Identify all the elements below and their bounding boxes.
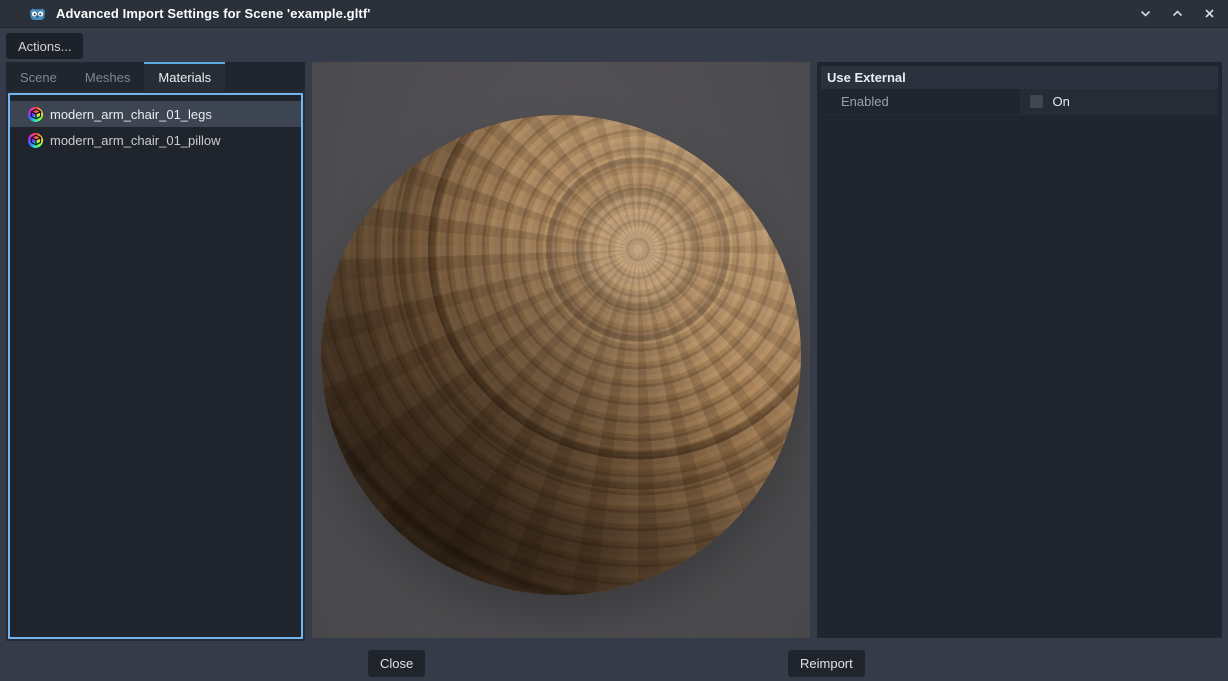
material-sphere-icon — [28, 107, 43, 122]
enabled-checkbox[interactable] — [1030, 95, 1043, 108]
tabbar: Scene Meshes Materials — [6, 62, 305, 91]
tab-meshes[interactable]: Meshes — [71, 62, 145, 91]
checkbox-state-label: On — [1053, 94, 1070, 109]
list-item-material-legs[interactable]: modern_arm_chair_01_legs — [10, 101, 301, 127]
titlebar: Advanced Import Settings for Scene 'exam… — [0, 0, 1228, 28]
list-item-label: modern_arm_chair_01_legs — [50, 107, 212, 122]
maximize-icon[interactable] — [1166, 3, 1188, 25]
preview-sphere-wood-material — [321, 115, 801, 595]
inspector-panel: Use External Enabled On — [817, 62, 1222, 638]
materials-panel: modern_arm_chair_01_legs modern_arm_chai… — [6, 91, 305, 641]
tab-scene[interactable]: Scene — [6, 62, 71, 91]
property-value-cell[interactable]: On — [1020, 89, 1219, 114]
material-preview-viewport[interactable] — [312, 62, 810, 638]
tab-materials[interactable]: Materials — [144, 62, 225, 91]
minimize-icon[interactable] — [1134, 3, 1156, 25]
window-controls — [1134, 3, 1220, 25]
close-button[interactable]: Close — [368, 650, 425, 677]
actions-menu-button[interactable]: Actions... — [6, 33, 83, 59]
list-item-label: modern_arm_chair_01_pillow — [50, 133, 221, 148]
reimport-button[interactable]: Reimport — [788, 650, 865, 677]
property-row-enabled: Enabled On — [821, 89, 1218, 115]
close-window-icon[interactable] — [1198, 3, 1220, 25]
window-title: Advanced Import Settings for Scene 'exam… — [56, 6, 370, 21]
material-sphere-icon — [28, 133, 43, 148]
property-label: Enabled — [821, 89, 1020, 114]
inspector-section-use-external: Use External — [821, 66, 1218, 89]
list-item-material-pillow[interactable]: modern_arm_chair_01_pillow — [10, 127, 301, 153]
advanced-import-settings-dialog: Advanced Import Settings for Scene 'exam… — [0, 0, 1228, 681]
godot-icon — [28, 5, 48, 23]
materials-list: modern_arm_chair_01_legs modern_arm_chai… — [8, 93, 303, 639]
